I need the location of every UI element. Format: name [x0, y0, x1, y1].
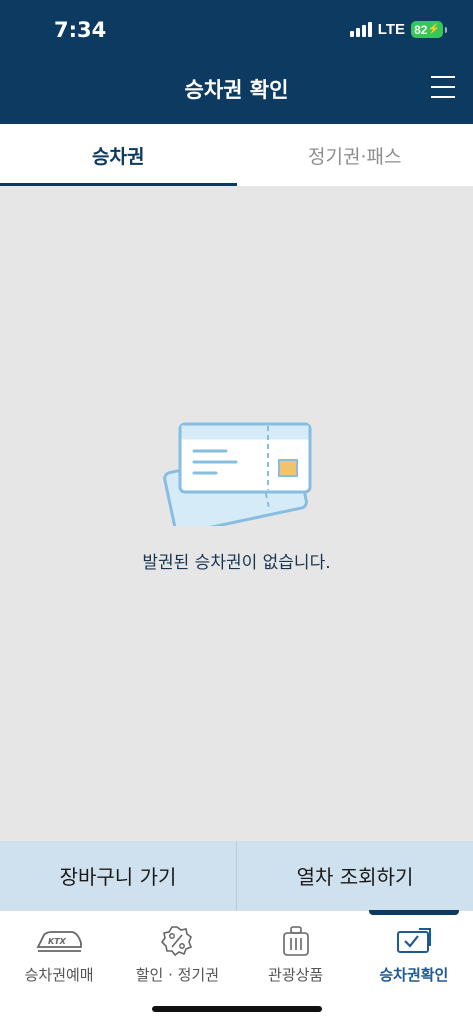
signal-icon [349, 22, 372, 37]
battery-icon: 82 ⚡ [411, 21, 447, 38]
empty-message: 발권된 승차권이 없습니다. [142, 553, 331, 573]
discount-percent-icon [152, 925, 202, 957]
nav-ticket-booking[interactable]: KTX 승차권예매 [0, 911, 118, 1024]
network-type: LTE [377, 21, 405, 38]
status-time: 7:34 [54, 18, 107, 42]
app-header: 7:34 LTE 82 ⚡ 승차권 확인 [0, 0, 473, 124]
status-indicators: LTE 82 ⚡ [349, 21, 447, 38]
nav-label: 할인 · 정기권 [135, 966, 220, 984]
ticket-illustration-icon [163, 422, 312, 526]
battery-level: 82 [414, 22, 428, 37]
ticket-tabs: 승차권 정기권·패스 [0, 124, 473, 186]
train-search-button[interactable]: 열차 조회하기 [236, 841, 473, 910]
active-tab-indicator [368, 910, 459, 915]
suitcase-icon [271, 925, 321, 957]
nav-label: 승차권예매 [24, 966, 94, 984]
cart-button[interactable]: 장바구니 가기 [0, 841, 236, 910]
menu-icon[interactable] [431, 76, 455, 98]
home-indicator [152, 1006, 322, 1012]
nav-ticket-check[interactable]: 승차권확인 [355, 910, 473, 1024]
tab-season-pass[interactable]: 정기권·패스 [237, 124, 473, 186]
page-title: 승차권 확인 [184, 78, 289, 102]
tab-ticket[interactable]: 승차권 [0, 124, 237, 186]
nav-label: 승차권확인 [379, 966, 449, 984]
action-bar: 장바구니 가기 열차 조회하기 [0, 841, 473, 910]
nav-label: 관광상품 [268, 966, 324, 984]
ticket-check-icon [389, 925, 439, 957]
ktx-logo-text: KTX [48, 937, 67, 946]
ktx-train-icon: KTX [34, 925, 84, 957]
